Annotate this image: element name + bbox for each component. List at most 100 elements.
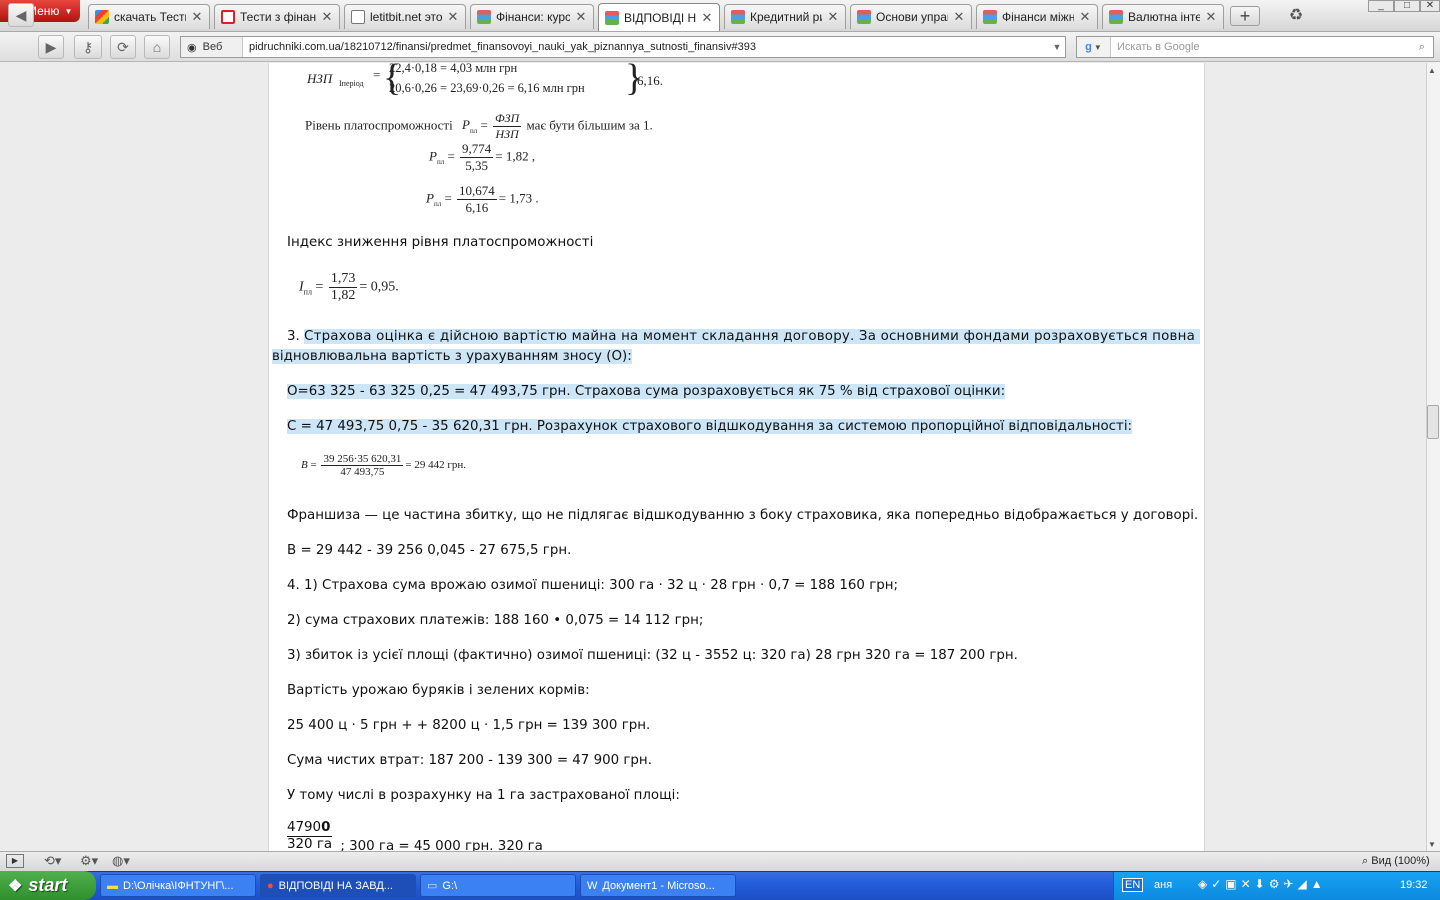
zoom-icon: ⌕: [1362, 855, 1369, 867]
per-ha-title: У тому числі в розрахунку на 1 га застра…: [287, 788, 680, 803]
key-icon[interactable]: ⚷: [74, 35, 102, 59]
zoom-indicator[interactable]: ⌕ Вид (100%): [1362, 855, 1430, 868]
article-content: НЗП Iперіод = { 22,4·0,18 = 4,03 млн грн…: [268, 63, 1205, 851]
google-icon: g: [1085, 41, 1092, 53]
tab-8[interactable]: Фінанси міжн... ✕: [976, 4, 1098, 29]
url-text[interactable]: pidruchniki.com.ua/18210712/finansi/pred…: [243, 41, 1049, 53]
nzp-label: НЗП: [307, 71, 333, 86]
task-title: G:\: [442, 879, 458, 892]
tab-9[interactable]: Валютна інте... ✕: [1102, 4, 1224, 29]
close-tab-icon[interactable]: ✕: [447, 9, 459, 25]
p-sub: пл: [433, 200, 442, 209]
close-tab-icon[interactable]: ✕: [701, 10, 713, 26]
tab-7[interactable]: Основи управ... ✕: [850, 4, 972, 29]
b-den: 47 493,75: [340, 466, 385, 478]
checkmark-icon: [221, 10, 235, 24]
drive-icon: ▭: [427, 880, 438, 892]
net-loss: Сума чистих втрат: 187 200 - 139 300 = 4…: [287, 753, 652, 768]
close-tab-icon[interactable]: ✕: [1205, 9, 1217, 25]
solvency-text: Рівень платоспроможності: [305, 117, 453, 133]
close-tab-icon[interactable]: ✕: [321, 9, 333, 25]
task-word[interactable]: W Документ1 - Microso...: [580, 874, 736, 897]
ipl-num: 1,73: [328, 271, 358, 288]
close-tab-icon[interactable]: ✕: [1079, 9, 1091, 25]
close-tab-icon[interactable]: ✕: [953, 9, 965, 25]
keyboard-layout[interactable]: аня: [1154, 879, 1172, 891]
close-tab-icon[interactable]: ✕: [827, 9, 839, 25]
panel-toggle-icon[interactable]: ▶: [6, 854, 24, 868]
chevron-down-icon[interactable]: ▼: [1049, 42, 1065, 52]
language-indicator[interactable]: EN: [1122, 878, 1144, 892]
task-drive[interactable]: ▭ G:\: [420, 874, 576, 897]
status-bar: [0, 851, 1440, 871]
turbo-icon[interactable]: ◍▾: [112, 853, 130, 869]
home-button[interactable]: ⌂: [144, 35, 170, 59]
tab-title: скачать Тести ...: [114, 10, 186, 24]
para3-line1: 3. Страхова оцінка є дійсною вартістю ма…: [287, 329, 1201, 344]
close-tab-icon[interactable]: ✕: [191, 9, 203, 25]
search-engine-selector[interactable]: g ▼: [1077, 37, 1111, 57]
formula-image-nzp: НЗП Iперіод = { 22,4·0,18 = 4,03 млн грн…: [307, 63, 663, 99]
formula-ipl: Iпл = 1,73 1,82 = 0,95.: [299, 271, 399, 303]
b-res: = 29 442 грн.: [405, 459, 466, 472]
item4-1: 4. 1) Страхова сума врожаю озимої пшениц…: [287, 578, 899, 593]
web-badge[interactable]: ◉ Веб: [181, 37, 243, 57]
tab-title: Тести з фінан...: [240, 10, 316, 24]
scroll-down-icon[interactable]: ▼: [1428, 840, 1436, 849]
tab-title: Фінанси: курс ...: [496, 10, 570, 24]
vertical-scrollbar[interactable]: [1426, 63, 1440, 851]
start-button[interactable]: ❖ start: [0, 871, 96, 900]
sync-icon[interactable]: ⟲▾: [44, 853, 61, 869]
new-tab-button[interactable]: +: [1230, 6, 1260, 26]
p2-num: 10,674: [457, 183, 497, 200]
close-window-button[interactable]: ✕: [1420, 0, 1440, 12]
document-icon: [351, 10, 365, 24]
forward-button[interactable]: ▶: [38, 35, 64, 59]
tab-5-active[interactable]: ВІДПОВІДІ НА... ✕: [598, 3, 720, 31]
para3-line2: відновлювальна вартість з урахуванням зн…: [272, 349, 632, 364]
web-label: Веб: [202, 41, 223, 53]
tab-title: Валютна інте...: [1128, 10, 1200, 24]
tab-4[interactable]: Фінанси: курс ... ✕: [470, 4, 594, 29]
item4-2: 2) сума страхових платежів: 188 160 • 0,…: [287, 613, 704, 628]
p-var: Р: [426, 190, 434, 206]
tab-title: Основи управ...: [876, 10, 948, 24]
nzp-den: НЗП: [495, 127, 519, 141]
tab-6[interactable]: Кредитний ри... ✕: [724, 4, 846, 29]
trash-icon[interactable]: ♻: [1283, 4, 1309, 28]
maximize-button[interactable]: □: [1394, 0, 1420, 12]
scrollbar-thumb[interactable]: [1427, 405, 1439, 439]
last-tail: ; 300 га = 45 000 грн. 320 га: [340, 839, 543, 851]
p-sub: пл: [469, 127, 478, 136]
books-icon: [731, 10, 745, 24]
p1-num: 9,774: [460, 141, 494, 158]
item4-3: 3) збиток із усієї площі (фактично) озим…: [287, 648, 1018, 663]
books-icon: [983, 10, 997, 24]
share-icon[interactable]: ⚙▾: [80, 853, 98, 869]
ipl-sub: пл: [303, 287, 312, 297]
address-bar[interactable]: ◉ Веб pidruchniki.com.ua/18210712/finansi…: [180, 36, 1066, 58]
task-folder[interactable]: ▬ D:\Олічка\ІФНТУНГ\...: [100, 874, 256, 897]
task-opera[interactable]: ● ВІДПОВІДІ НА ЗАВД...: [260, 874, 416, 897]
minimize-button[interactable]: _: [1368, 0, 1394, 12]
tab-title: ВІДПОВІДІ НА...: [624, 10, 696, 25]
search-icon[interactable]: ⌕: [1411, 41, 1433, 54]
ipl-res: = 0,95.: [359, 279, 399, 295]
formula-b: В = 39 256·35 620,31 47 493,75 = 29 442 гр…: [301, 453, 466, 478]
tab-title: Кредитний ри...: [750, 10, 822, 24]
tab-3[interactable]: letitbit.net это... ✕: [344, 4, 466, 29]
tab-2[interactable]: Тести з фінан... ✕: [214, 4, 340, 29]
reload-button[interactable]: ⟳: [110, 35, 136, 59]
back-button[interactable]: ◀: [8, 3, 34, 27]
tray-icons[interactable]: ◈✓▣✕⬇⚙✈◢▲: [1198, 877, 1327, 891]
task-title: ВІДПОВІДІ НА ЗАВД...: [278, 879, 393, 892]
beet-calc: 25 400 ц · 5 грн + + 8200 ц · 1,5 грн = …: [287, 718, 651, 733]
search-input[interactable]: Искать в Google: [1111, 41, 1411, 53]
ipl-den: 1,82: [330, 288, 356, 303]
solvency-p1: Рпл = 9,774 5,35 = 1,82 ,: [429, 141, 536, 173]
close-tab-icon[interactable]: ✕: [575, 9, 587, 25]
tab-1[interactable]: скачать Тести ... ✕: [88, 4, 210, 29]
search-box[interactable]: g ▼ Искать в Google ⌕: [1076, 36, 1434, 58]
scroll-up-icon[interactable]: ▲: [1428, 66, 1436, 75]
clock[interactable]: 19:32: [1400, 879, 1428, 891]
